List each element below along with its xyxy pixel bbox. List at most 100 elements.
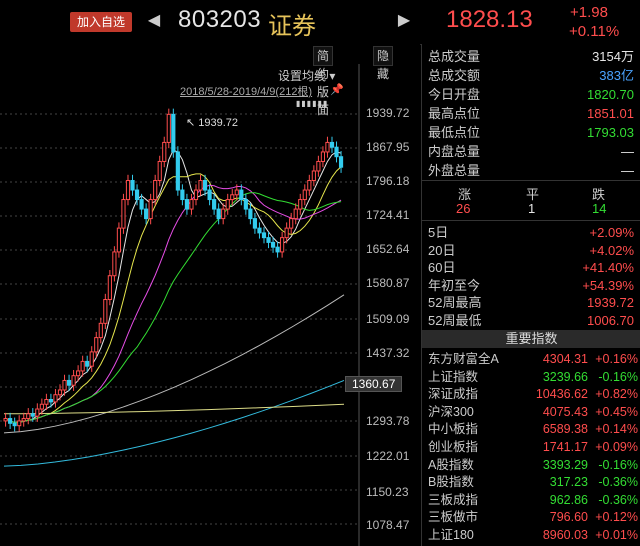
candle-body [35, 408, 40, 417]
candle-body [153, 180, 158, 201]
period-row: 20日 +4.02% [428, 242, 638, 260]
index-row[interactable]: 三板做市 796.60 +0.12% [428, 508, 640, 526]
y-axis-label: 1796.18 [366, 174, 410, 188]
y-axis-label: 1867.95 [366, 140, 410, 154]
stat-row: 外盘总量 — [428, 162, 638, 180]
period-label: 年初至今 [428, 277, 481, 293]
candle-body [112, 251, 117, 277]
candle-body [48, 398, 54, 403]
price-change-pct: +0.11% [569, 23, 620, 40]
candle-body [189, 199, 194, 210]
index-row[interactable]: 创业板指 1741.17 +0.09% [428, 438, 640, 456]
candle-body [53, 394, 58, 403]
candle-body [266, 237, 271, 243]
index-row[interactable]: A股指数 3393.29 -0.16% [428, 456, 640, 474]
index-change: -0.16% [598, 369, 638, 384]
index-price: 4075.43 [542, 404, 588, 419]
y-axis-label: 1293.78 [366, 414, 410, 428]
candle-body [275, 246, 280, 253]
index-row[interactable]: 东方财富全A 4304.31 +0.16% [428, 350, 640, 368]
date-range-link[interactable]: 2018/5/28-2019/4/9(212根) [180, 83, 312, 99]
candle-body [216, 208, 221, 220]
period-label: 52周最高 [428, 295, 482, 310]
index-row[interactable]: 沪深300 4075.43 +0.45% [428, 403, 640, 421]
candle-body [17, 420, 22, 427]
y-axis-label: 1078.47 [366, 518, 410, 532]
index-change: +0.09% [595, 440, 638, 454]
candle-body [184, 199, 190, 210]
tab-hide[interactable]: 隐藏 [373, 46, 394, 81]
index-change: +0.01% [595, 528, 638, 542]
candle-body [125, 180, 131, 201]
index-change: +0.12% [595, 510, 638, 525]
period-label: 5日 [428, 225, 449, 240]
candle-body [243, 199, 248, 210]
index-row[interactable]: 深证成指 10436.62 +0.82% [428, 385, 640, 403]
index-row[interactable]: 上证180 8960.03 +0.01% [428, 526, 640, 544]
period-label: 52周最低 [428, 312, 482, 328]
tab-simple-layout[interactable]: 简约版面 [313, 46, 334, 117]
index-price: 4304.31 [542, 352, 588, 366]
stat-label: 最低点位 [428, 125, 481, 140]
stat-label: 最高点位 [428, 106, 481, 121]
candle-body [103, 299, 108, 324]
index-name: 上证指数 [428, 369, 479, 384]
candle-body [44, 398, 49, 405]
candle-body [89, 351, 94, 367]
y-axis-label: 1724.41 [366, 208, 410, 222]
candle-body [21, 418, 26, 422]
y-axis-label: 1652.64 [366, 242, 410, 256]
index-name: B股指数 [428, 475, 474, 490]
index-name: 深证成指 [428, 387, 479, 402]
candle-body [180, 189, 185, 201]
next-stock-icon[interactable]: ▶ [396, 10, 412, 32]
ma-settings-button[interactable]: 设置均线 ▾ [278, 67, 335, 84]
period-value: 1006.70 [587, 312, 634, 328]
quote-side-panel: 总成交量 3154万 总成交额 383亿 今日开盘 1820.70 最高点位 1851.01 最… [421, 44, 640, 546]
arrow-icon: ↖ [186, 117, 199, 129]
candle-body [329, 141, 335, 148]
index-row[interactable]: B股指数 317.23 -0.36% [428, 473, 640, 491]
stat-row: 最低点位 1793.03 [428, 124, 638, 142]
period-value: +54.39% [582, 277, 634, 293]
period-row: 5日 +2.09% [428, 224, 638, 242]
candle-body [175, 151, 180, 191]
index-change: -0.36% [598, 475, 638, 490]
period-value: +2.09% [589, 225, 634, 240]
candle-body [320, 151, 326, 162]
index-row[interactable]: 上证指数 3239.66 -0.16% [428, 368, 640, 386]
y-axis-label: 1360.67 [345, 376, 403, 392]
add-to-watchlist-button[interactable]: 加入自选 [70, 12, 132, 32]
index-name: 上证180 [428, 528, 474, 542]
stock-code: 803203 [178, 6, 262, 33]
index-price: 317.23 [549, 475, 588, 490]
index-price: 3239.66 [542, 369, 588, 384]
index-price: 10436.62 [535, 387, 588, 402]
candle-body [225, 199, 230, 210]
candle-body [57, 389, 63, 396]
divider [422, 220, 640, 221]
candle-body [76, 370, 81, 377]
candle-body [94, 337, 99, 353]
candle-body [207, 189, 212, 201]
candle-body [257, 227, 262, 234]
candle-body [239, 189, 244, 201]
candle-body [71, 375, 76, 386]
pin-icon[interactable]: 📌 [330, 83, 344, 96]
candle-body [66, 379, 72, 386]
candle-body [198, 180, 203, 191]
prev-stock-icon[interactable]: ◀ [146, 10, 162, 32]
stock-name: 证券 [268, 13, 316, 40]
candle-body [193, 189, 199, 201]
candle-body [12, 422, 17, 427]
period-row: 年初至今 +54.39% [428, 277, 638, 295]
index-row[interactable]: 三板成指 962.86 -0.36% [428, 491, 640, 509]
candle-body [298, 199, 303, 210]
candle-body [8, 418, 13, 424]
index-name: 三板成指 [428, 492, 479, 507]
divider [422, 180, 640, 181]
index-price: 3393.29 [542, 457, 588, 472]
candle-body [293, 208, 298, 220]
index-row[interactable]: 中小板指 6589.38 +0.14% [428, 420, 640, 438]
index-price: 796.60 [549, 510, 588, 525]
